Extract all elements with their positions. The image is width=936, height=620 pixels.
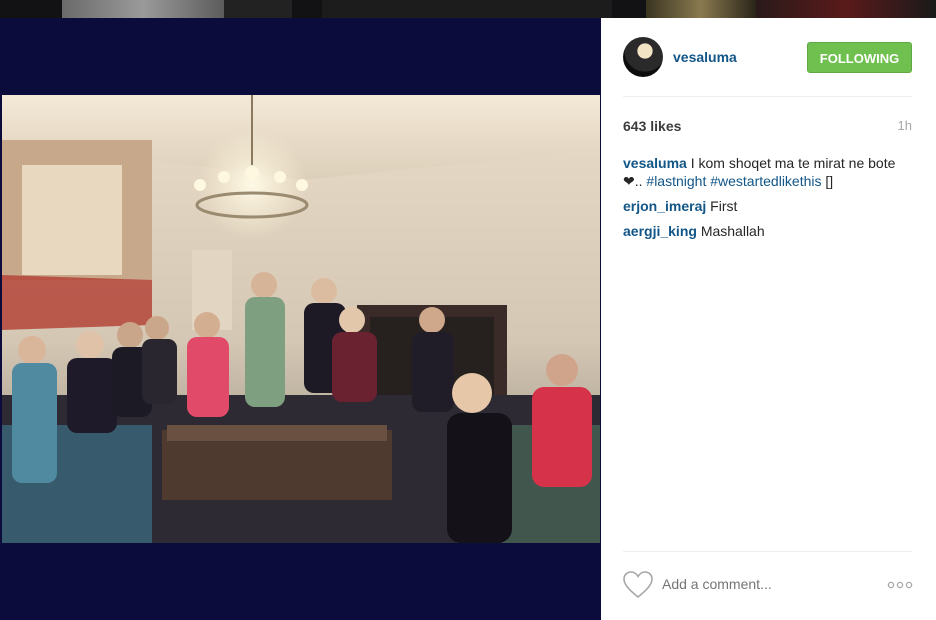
background-thumbnail — [646, 0, 756, 18]
header-divider — [623, 96, 912, 97]
more-options-icon[interactable] — [887, 575, 913, 595]
background-thumbnail — [756, 0, 936, 18]
likes-count[interactable]: 643 likes — [623, 118, 681, 134]
avatar[interactable] — [623, 37, 663, 77]
caption-hashtags[interactable]: #lastnight #westartedlikethis — [646, 173, 821, 189]
background-thumbnail — [62, 0, 224, 18]
comment-username[interactable]: aergji_king — [623, 223, 697, 239]
following-button[interactable]: FOLLOWING — [807, 42, 912, 73]
post-photo[interactable] — [2, 95, 600, 543]
post-media-area — [0, 18, 601, 620]
post-details-panel: vesaluma FOLLOWING 643 likes 1h vesaluma… — [601, 18, 936, 620]
footer-divider — [623, 551, 912, 552]
post-author-username[interactable]: vesaluma — [673, 49, 737, 65]
add-comment-input[interactable] — [662, 576, 862, 592]
comment-text: First — [710, 198, 738, 214]
comments-list: vesaluma I kom shoqet ma te mirat ne bot… — [623, 154, 917, 247]
caption-trailing: [] — [821, 173, 834, 189]
background-feed-strip — [0, 0, 936, 18]
comment-username[interactable]: erjon_imeraj — [623, 198, 706, 214]
list-item: aergji_king Mashallah — [623, 222, 917, 240]
background-thumbnail — [322, 0, 612, 18]
heart-outline-icon[interactable] — [623, 571, 653, 599]
comment-text: Mashallah — [700, 223, 765, 239]
post-timestamp[interactable]: 1h — [898, 118, 912, 133]
comment-username[interactable]: vesaluma — [623, 155, 687, 171]
list-item: erjon_imeraj First — [623, 197, 917, 215]
background-thumbnail — [224, 0, 292, 18]
post-header: vesaluma FOLLOWING — [601, 18, 936, 97]
caption-comment: vesaluma I kom shoqet ma te mirat ne bot… — [623, 154, 917, 190]
